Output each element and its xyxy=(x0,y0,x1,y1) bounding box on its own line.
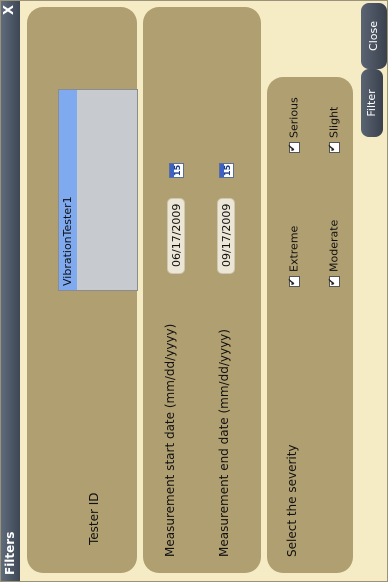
tester-id-listbox[interactable]: VibrationTester1 xyxy=(58,89,138,291)
title-bar: Filters X xyxy=(1,0,20,581)
end-date-input[interactable]: 09/17/2009 xyxy=(217,198,235,274)
checkbox-checked-icon[interactable] xyxy=(288,142,300,153)
end-calendar-icon[interactable]: 15 xyxy=(219,163,234,178)
checkbox-serious[interactable]: Serious xyxy=(287,97,301,153)
end-date-label: Measurement end date (mm/dd/yyyy) xyxy=(217,329,231,557)
filters-dialog: Filters X Tester ID VibrationTester1 Mea… xyxy=(0,0,388,582)
checkbox-checked-icon[interactable] xyxy=(328,142,340,153)
start-date-input[interactable]: 06/17/2009 xyxy=(167,198,185,274)
checkbox-checked-icon[interactable] xyxy=(328,276,340,287)
checkbox-label: Slight xyxy=(327,106,341,138)
checkbox-slight[interactable]: Slight xyxy=(327,107,341,153)
filter-button[interactable]: Filter xyxy=(361,69,383,137)
checkbox-extreme[interactable]: Extreme xyxy=(287,226,301,287)
severity-label: Select the severity xyxy=(285,444,299,557)
checkbox-label: Moderate xyxy=(327,219,341,272)
date-panel xyxy=(143,7,261,573)
checkbox-label: Extreme xyxy=(287,225,301,272)
start-date-label: Measurement start date (mm/dd/yyyy) xyxy=(163,323,177,557)
tester-id-label: Tester ID xyxy=(87,492,101,545)
window-title: Filters xyxy=(3,531,17,575)
checkbox-checked-icon[interactable] xyxy=(288,276,300,287)
start-calendar-icon[interactable]: 15 xyxy=(169,163,184,178)
checkbox-moderate[interactable]: Moderate xyxy=(327,220,341,287)
close-icon[interactable]: X xyxy=(2,5,17,15)
close-button[interactable]: Close xyxy=(361,3,387,69)
tester-item-selected[interactable]: VibrationTester1 xyxy=(59,90,77,290)
checkbox-label: Serious xyxy=(287,97,301,138)
